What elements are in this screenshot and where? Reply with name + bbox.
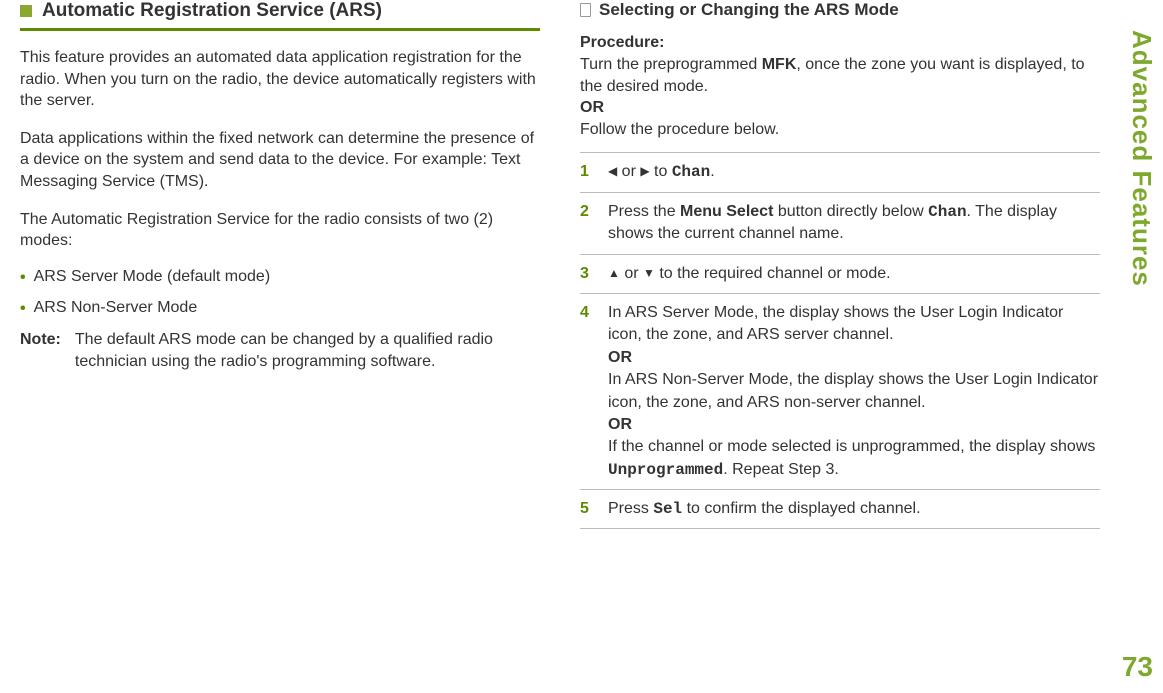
bullet-text: ARS Server Mode (default mode) xyxy=(34,268,271,286)
text-fragment: button directly below xyxy=(773,203,928,220)
text-fragment: Turn the preprogrammed xyxy=(580,56,762,73)
text-fragment: . xyxy=(710,163,714,180)
paragraph: This feature provides an automated data … xyxy=(20,47,540,112)
subsection-title: Selecting or Changing the ARS Mode xyxy=(599,0,899,20)
text-fragment: Press xyxy=(608,500,653,517)
or-label: OR xyxy=(608,347,1100,369)
mfk-label: MFK xyxy=(762,56,797,73)
section-title: Automatic Registration Service (ARS) xyxy=(42,0,382,22)
right-arrow-icon: ▶ xyxy=(640,163,649,180)
step-body: ▲ or ▼ to the required channel or mode. xyxy=(608,263,1100,285)
text-fragment: If the channel or mode selected is unpro… xyxy=(608,436,1100,481)
text-fragment: In ARS Non-Server Mode, the display show… xyxy=(608,369,1100,414)
step-body: Press the Menu Select button directly be… xyxy=(608,201,1100,246)
text-fragment: In ARS Server Mode, the display shows th… xyxy=(608,302,1100,347)
procedure-label: Procedure: xyxy=(580,34,1100,52)
square-bullet-icon xyxy=(20,5,32,17)
step-body: Press Sel to confirm the displayed chann… xyxy=(608,498,1100,520)
bullet-item: • ARS Server Mode (default mode) xyxy=(20,268,540,289)
step-row: 3 ▲ or ▼ to the required channel or mode… xyxy=(580,255,1100,294)
step-row: 1 ◀ or ▶ to Chan. xyxy=(580,152,1100,192)
two-column-layout: Automatic Registration Service (ARS) Thi… xyxy=(20,0,1123,529)
or-label: OR xyxy=(608,414,1100,436)
step-row: 5 Press Sel to confirm the displayed cha… xyxy=(580,490,1100,529)
menu-select-label: Menu Select xyxy=(680,203,773,220)
subsection-title-row: Selecting or Changing the ARS Mode xyxy=(580,0,1100,20)
unprogrammed-label: Unprogrammed xyxy=(608,461,723,479)
right-column: Selecting or Changing the ARS Mode Proce… xyxy=(580,0,1100,529)
bullet-dot-icon: • xyxy=(20,268,26,289)
step-number: 4 xyxy=(580,302,594,481)
paragraph: The Automatic Registration Service for t… xyxy=(20,209,540,252)
text-fragment: to confirm the displayed channel. xyxy=(682,500,920,517)
bullet-dot-icon: • xyxy=(20,299,26,320)
bullet-item: • ARS Non-Server Mode xyxy=(20,299,540,320)
chan-label: Chan xyxy=(928,203,966,221)
page-icon xyxy=(580,3,591,17)
left-column: Automatic Registration Service (ARS) Thi… xyxy=(20,0,540,529)
text-fragment: . Repeat Step 3. xyxy=(723,461,839,478)
paragraph: Data applications within the fixed netwo… xyxy=(20,128,540,193)
section-title-row: Automatic Registration Service (ARS) xyxy=(20,0,540,22)
text-fragment: to xyxy=(650,163,672,180)
step-row: 2 Press the Menu Select button directly … xyxy=(580,193,1100,255)
step-row: 4 In ARS Server Mode, the display shows … xyxy=(580,294,1100,490)
step-number: 2 xyxy=(580,201,594,246)
bullet-text: ARS Non-Server Mode xyxy=(34,299,198,317)
text-fragment: to the required channel or mode. xyxy=(655,265,891,282)
procedure-text: Turn the preprogrammed MFK, once the zon… xyxy=(580,54,1100,97)
text-fragment: Press the xyxy=(608,203,680,220)
note-label: Note: xyxy=(20,329,61,372)
down-arrow-icon: ▼ xyxy=(643,265,655,282)
step-number: 5 xyxy=(580,498,594,520)
page: Advanced Features 73 Automatic Registrat… xyxy=(0,0,1163,693)
procedure-text: Follow the procedure below. xyxy=(580,119,1100,141)
step-number: 1 xyxy=(580,161,594,183)
sel-label: Sel xyxy=(653,500,682,518)
left-arrow-icon: ◀ xyxy=(608,163,617,180)
steps-list: 1 ◀ or ▶ to Chan. 2 Press the Menu Selec… xyxy=(580,152,1100,529)
note-text: The default ARS mode can be changed by a… xyxy=(75,329,540,372)
text-fragment: or xyxy=(617,163,640,180)
step-number: 3 xyxy=(580,263,594,285)
step-body: ◀ or ▶ to Chan. xyxy=(608,161,1100,183)
step-body: In ARS Server Mode, the display shows th… xyxy=(608,302,1100,481)
text-fragment: If the channel or mode selected is unpro… xyxy=(608,438,1095,455)
side-section-title: Advanced Features xyxy=(1126,30,1157,287)
page-number: 73 xyxy=(1122,651,1153,683)
text-fragment: or xyxy=(620,265,643,282)
up-arrow-icon: ▲ xyxy=(608,265,620,282)
chan-label: Chan xyxy=(672,163,710,181)
or-label: OR xyxy=(580,97,1100,119)
note-block: Note: The default ARS mode can be change… xyxy=(20,329,540,372)
section-divider xyxy=(20,28,540,31)
